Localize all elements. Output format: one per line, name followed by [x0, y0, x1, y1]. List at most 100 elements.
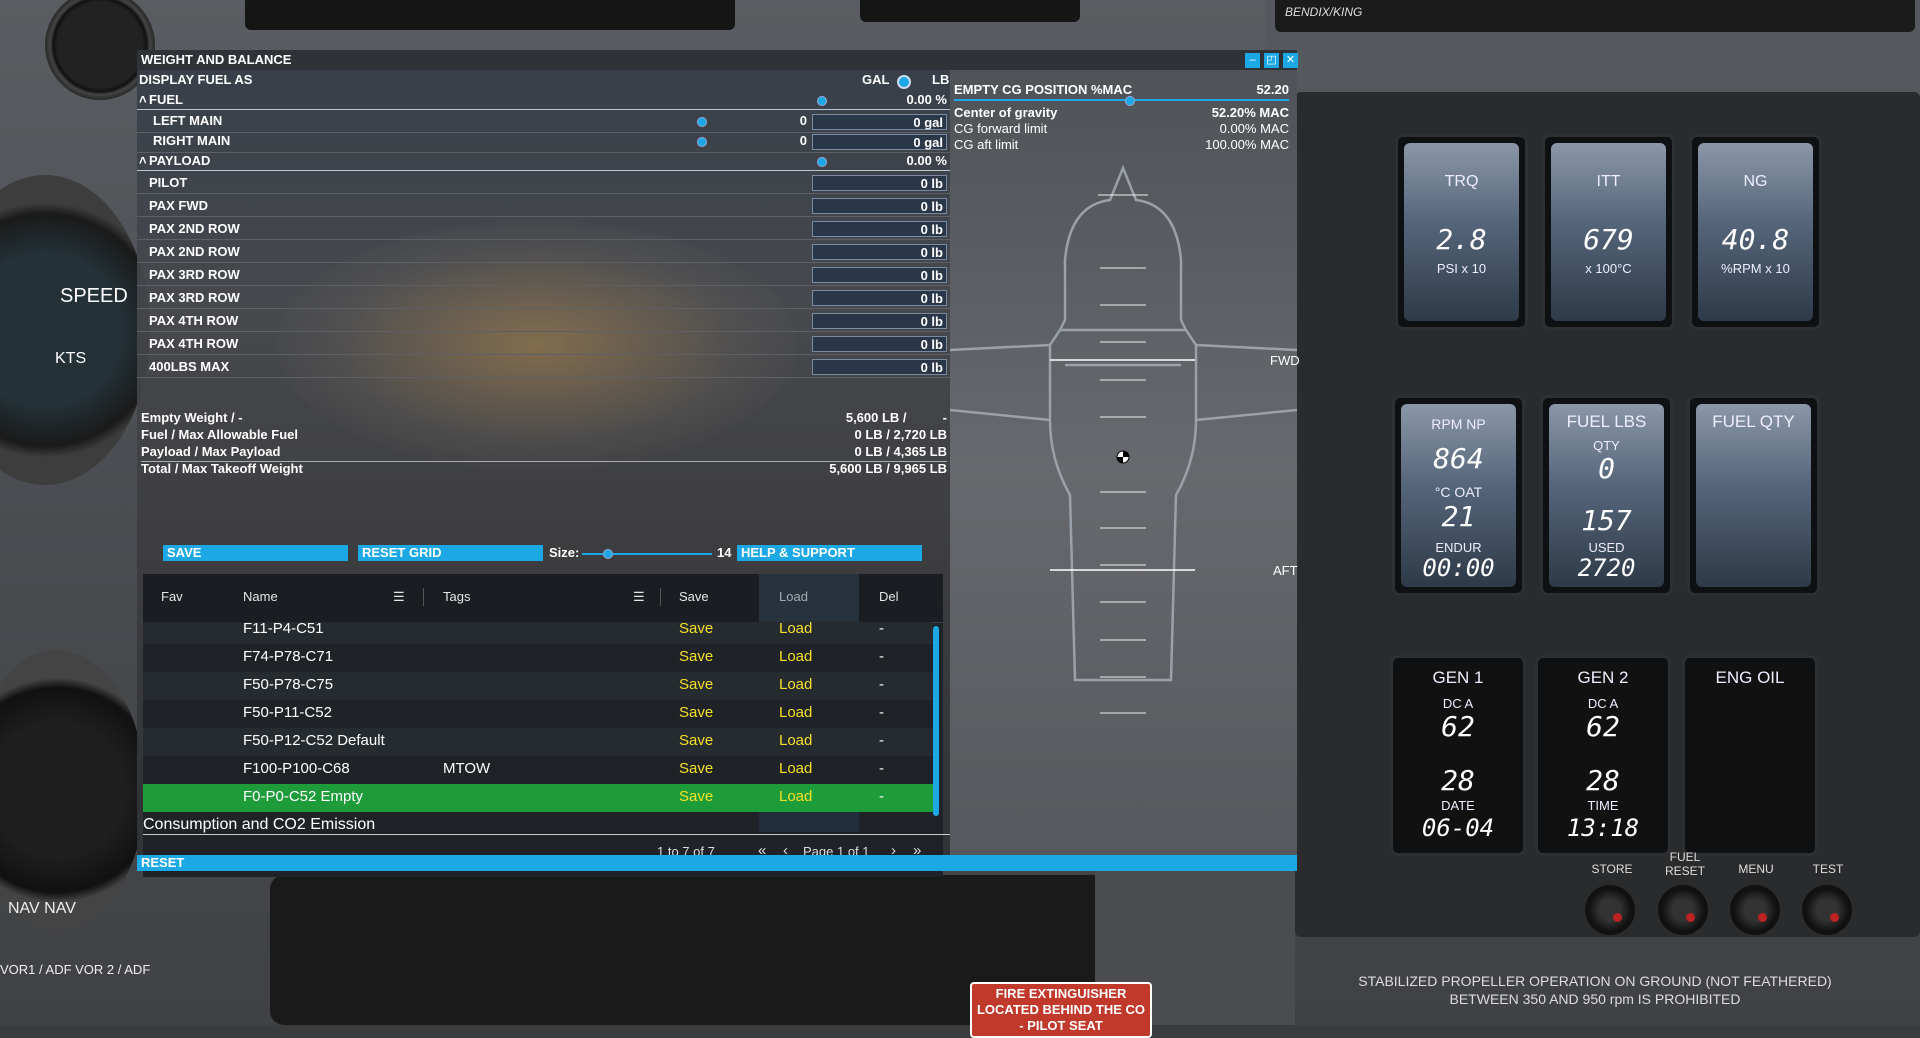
right-main-row: RIGHT MAIN 0 0 gal — [137, 133, 950, 153]
row-save-button[interactable]: Save — [679, 788, 713, 805]
payload-station-input[interactable]: 0 lb — [812, 244, 947, 260]
aircraft-diagram — [950, 164, 1297, 714]
col-save[interactable]: Save — [679, 589, 709, 604]
row-load-button[interactable]: Load — [779, 732, 812, 749]
grid-scrollbar[interactable] — [933, 626, 939, 816]
cg-fwd-label: CG forward limit — [954, 121, 1048, 136]
payload-station-label: PAX 4TH ROW — [149, 313, 239, 328]
fuel-collapse-icon[interactable]: ˄ — [139, 92, 147, 107]
table-row[interactable]: F50-P12-C52 Default Save Load - — [143, 728, 933, 756]
payload-station-input[interactable]: 0 lb — [812, 198, 947, 214]
row-delete-button[interactable]: - — [879, 648, 884, 665]
help-support-button[interactable]: HELP & SUPPORT — [737, 545, 922, 561]
unit-toggle[interactable] — [897, 75, 911, 89]
left-main-row: LEFT MAIN 0 0 gal — [137, 113, 950, 133]
table-row[interactable]: F100-P100-C68 MTOW Save Load - — [143, 756, 933, 784]
nav-label: NAV NAV — [8, 900, 76, 917]
payload-station-label: PAX 2ND ROW — [149, 244, 240, 259]
fuel-reset-knob[interactable] — [1658, 885, 1708, 935]
right-main-slider[interactable] — [697, 137, 707, 147]
rpm-oat-display: RPM NP 864 °C OAT 21 ENDUR 00:00 — [1392, 395, 1525, 596]
row-save-button[interactable]: Save — [679, 732, 713, 749]
row-delete-button[interactable]: - — [879, 732, 884, 749]
row-save-button[interactable]: Save — [679, 676, 713, 693]
row-name: F100-P100-C68 — [243, 760, 350, 777]
col-tags[interactable]: Tags — [443, 589, 470, 604]
payload-station-label: PAX 3RD ROW — [149, 267, 240, 282]
trq-gauge: TRQ 2.8 PSI x 10 — [1395, 134, 1528, 330]
propeller-placard: STABILIZED PROPELLER OPERATION ON GROUND… — [1358, 973, 1832, 1007]
payload-station-input[interactable]: 0 lb — [812, 313, 947, 329]
table-row[interactable]: F50-P78-C75 Save Load - — [143, 672, 933, 700]
left-main-input[interactable]: 0 gal — [812, 114, 947, 130]
col-del[interactable]: Del — [879, 589, 899, 604]
tags-menu-icon[interactable]: ☰ — [633, 589, 645, 605]
menu-knob[interactable] — [1730, 885, 1780, 935]
minimize-button[interactable]: – — [1245, 53, 1260, 68]
row-delete-button[interactable]: - — [879, 788, 884, 805]
row-save-button[interactable]: Save — [679, 704, 713, 721]
col-name[interactable]: Name — [243, 589, 278, 604]
payload-collapse-icon[interactable]: ˄ — [139, 153, 147, 168]
payload-station-input[interactable]: 0 lb — [812, 175, 947, 191]
payload-station-input[interactable]: 0 lb — [812, 290, 947, 306]
row-delete-button[interactable]: - — [879, 622, 884, 637]
left-main-slider[interactable] — [697, 117, 707, 127]
store-knob[interactable] — [1585, 885, 1635, 935]
load-col-highlight — [759, 574, 859, 622]
payload-station-row: PAX 2ND ROW 0 lb — [137, 242, 950, 263]
row-save-button[interactable]: Save — [679, 622, 713, 637]
row-load-button[interactable]: Load — [779, 704, 812, 721]
payload-station-input[interactable]: 0 lb — [812, 267, 947, 283]
right-main-input[interactable]: 0 gal — [812, 134, 947, 150]
test-knob[interactable] — [1802, 885, 1852, 935]
payload-station-input[interactable]: 0 lb — [812, 336, 947, 352]
gen2-display: GEN 2 DC A 62 28 TIME 13:18 — [1535, 655, 1671, 856]
weight-and-balance-window: WEIGHT AND BALANCE – ◰ ✕ DISPLAY FUEL AS… — [137, 50, 1300, 877]
size-slider-handle[interactable] — [603, 549, 613, 559]
cg-fwd-value: 0.00% MAC — [1219, 121, 1289, 136]
row-delete-button[interactable]: - — [879, 760, 884, 777]
col-fav[interactable]: Fav — [161, 589, 183, 604]
row-load-button[interactable]: Load — [779, 648, 812, 665]
payload-station-label: PAX 3RD ROW — [149, 290, 240, 305]
row-load-button[interactable]: Load — [779, 760, 812, 777]
name-menu-icon[interactable]: ☰ — [393, 589, 405, 605]
row-load-button[interactable]: Load — [779, 622, 812, 637]
fuel-slider-handle[interactable] — [817, 96, 827, 106]
table-row[interactable]: F74-P78-C71 Save Load - — [143, 644, 933, 672]
gal-option[interactable]: GAL — [862, 72, 889, 87]
row-load-button[interactable]: Load — [779, 788, 812, 805]
top-slot-mid — [860, 0, 1080, 22]
kts-label: KTS — [55, 350, 87, 367]
save-button[interactable]: SAVE — [163, 545, 348, 561]
payload-station-row: PAX 4TH ROW 0 lb — [137, 334, 950, 355]
row-load-button[interactable]: Load — [779, 676, 812, 693]
payload-section-header[interactable]: ˄ PAYLOAD 0.00 % — [137, 153, 950, 171]
row-save-button[interactable]: Save — [679, 648, 713, 665]
row-delete-button[interactable]: - — [879, 704, 884, 721]
vspeed-placard — [0, 550, 135, 620]
payload-station-row: 400LBS MAX 0 lb — [137, 357, 950, 378]
table-row[interactable]: F50-P11-C52 Save Load - — [143, 700, 933, 728]
knob-label-menu: MENU — [1738, 862, 1774, 876]
empty-cg-row: EMPTY CG POSITION %MAC 52.20 — [954, 82, 1289, 101]
window-title: WEIGHT AND BALANCE — [141, 52, 292, 67]
close-button[interactable]: ✕ — [1283, 53, 1298, 68]
row-save-button[interactable]: Save — [679, 760, 713, 777]
reset-grid-button[interactable]: RESET GRID — [358, 545, 543, 561]
lb-option[interactable]: LB — [932, 72, 949, 87]
payload-station-input[interactable]: 0 lb — [812, 221, 947, 237]
popout-button[interactable]: ◰ — [1264, 53, 1279, 68]
bendix-label: BENDIX/KING — [1285, 5, 1363, 19]
size-slider-track[interactable] — [582, 553, 712, 555]
cg-fwd-row: CG forward limit 0.00% MAC — [954, 121, 1289, 136]
payload-station-input[interactable]: 0 lb — [812, 359, 947, 375]
window-title-bar[interactable]: WEIGHT AND BALANCE – ◰ ✕ — [137, 50, 1298, 70]
reset-button[interactable]: RESET — [137, 855, 1297, 871]
table-row[interactable]: F0-P0-C52 Empty Save Load - — [143, 784, 933, 812]
row-delete-button[interactable]: - — [879, 676, 884, 693]
table-row[interactable]: F11-P4-C51 Save Load - — [143, 622, 933, 644]
fuel-section-header[interactable]: ˄ FUEL 0.00 % — [137, 92, 950, 110]
payload-slider-handle[interactable] — [817, 157, 827, 167]
